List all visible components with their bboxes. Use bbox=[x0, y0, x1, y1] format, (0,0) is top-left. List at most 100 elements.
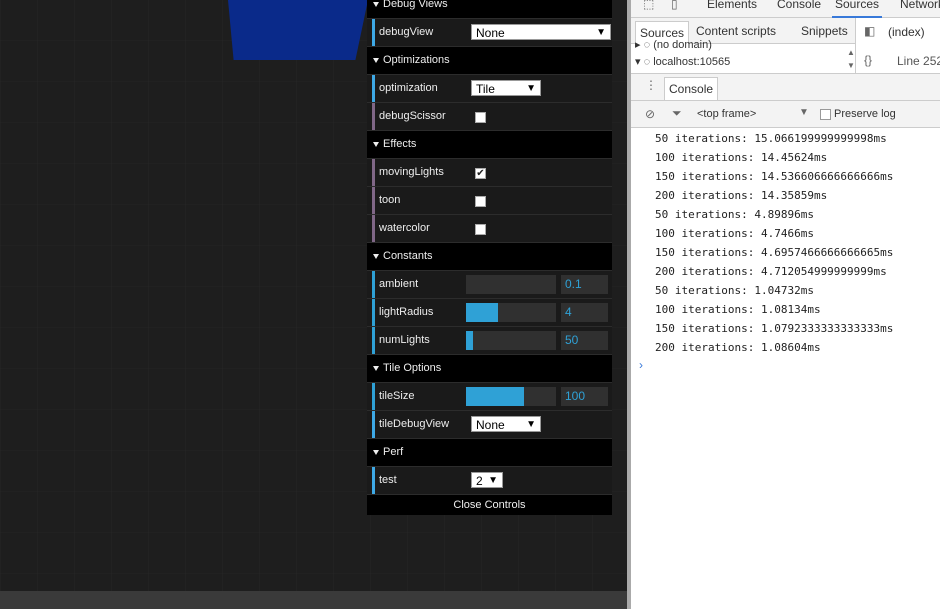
devtools-tabbar: ⬚ ▯ Elements Console Sources Network bbox=[631, 0, 940, 18]
control-row-tileDebugView: tileDebugView None ▼ bbox=[367, 411, 612, 439]
ambient-slider[interactable] bbox=[466, 275, 556, 294]
tab-network[interactable]: Network bbox=[900, 0, 940, 11]
control-label: tileSize bbox=[379, 390, 415, 402]
row-accent bbox=[372, 383, 375, 410]
open-file-label[interactable]: (index) bbox=[888, 25, 925, 39]
console-message: 150 iterations: 14.536606666666666ms bbox=[655, 170, 894, 183]
tab-elements[interactable]: Elements bbox=[707, 0, 757, 11]
control-label: tileDebugView bbox=[379, 418, 450, 430]
close-controls-button[interactable]: Close Controls bbox=[367, 495, 612, 515]
globe-icon: ◌ bbox=[643, 39, 651, 51]
debugScissor-checkbox[interactable] bbox=[475, 112, 486, 123]
scroll-up-icon[interactable]: ▲ bbox=[847, 48, 855, 57]
preserve-log-checkbox[interactable] bbox=[820, 109, 831, 120]
slider-fill bbox=[466, 303, 499, 322]
more-options-icon[interactable]: ⋮ bbox=[645, 78, 657, 92]
console-toolbar: ⊘ ⏷ <top frame> ▼ Preserve log bbox=[631, 101, 940, 128]
movingLights-checkbox[interactable]: ✔ bbox=[475, 168, 486, 179]
frame-selector[interactable]: <top frame> bbox=[697, 108, 756, 120]
control-row-movingLights: movingLights ✔ bbox=[367, 159, 612, 187]
slider-fill bbox=[466, 331, 474, 350]
optimization-select[interactable]: Tile ▼ bbox=[471, 80, 541, 96]
folder-title[interactable]: Debug Views bbox=[367, 0, 612, 19]
chevron-down-icon: ▼ bbox=[526, 419, 536, 430]
select-value: None bbox=[476, 26, 505, 40]
tileSize-number-input[interactable]: 100 bbox=[561, 387, 608, 406]
console-message: 150 iterations: 1.0792333333333333ms bbox=[655, 322, 894, 335]
tab-sources[interactable]: Sources bbox=[832, 0, 883, 18]
tree-item-localhost[interactable]: ▾ ◌ localhost:10565 bbox=[635, 55, 845, 68]
scroll-down-icon[interactable]: ▼ bbox=[847, 61, 855, 70]
row-accent bbox=[372, 19, 375, 46]
console-message: 100 iterations: 4.7466ms bbox=[655, 227, 814, 240]
sources-panel: Sources Content scripts Snippets ▸ ◌ (no… bbox=[631, 18, 940, 74]
control-label: debugScissor bbox=[379, 110, 446, 122]
lightRadius-slider[interactable] bbox=[466, 303, 556, 322]
control-label: debugView bbox=[379, 26, 434, 38]
chevron-down-icon: ▼ bbox=[488, 475, 498, 486]
select-value: 2 bbox=[476, 474, 483, 488]
toon-checkbox[interactable] bbox=[475, 196, 486, 207]
row-accent bbox=[372, 299, 375, 326]
row-accent bbox=[372, 271, 375, 298]
control-label: optimization bbox=[379, 82, 438, 94]
controls-panel[interactable]: Debug Views debugView None ▼ Optimizations op… bbox=[367, 0, 612, 515]
control-label: toon bbox=[379, 194, 401, 206]
numLights-number-input[interactable]: 50 bbox=[561, 331, 608, 350]
control-label: ambient bbox=[379, 278, 419, 290]
drawer-tabbar: ⋮ Console bbox=[631, 74, 940, 101]
clear-console-icon[interactable]: ⊘ bbox=[645, 107, 655, 121]
debugView-select[interactable]: None ▼ bbox=[471, 24, 611, 40]
console-message: 100 iterations: 14.45624ms bbox=[655, 151, 828, 164]
editor-header: ◧ (index) {} Line 252 bbox=[855, 18, 940, 73]
control-row-ambient: ambient 0.1 bbox=[367, 271, 612, 299]
control-label: movingLights bbox=[379, 166, 444, 178]
devtools-panel: ⬚ ▯ Elements Console Sources Network Sou… bbox=[627, 0, 940, 609]
test-select[interactable]: 2 ▼ bbox=[471, 472, 503, 488]
numLights-slider[interactable] bbox=[466, 331, 556, 350]
tileDebugView-select[interactable]: None ▼ bbox=[471, 416, 541, 432]
console-message: 200 iterations: 1.08604ms bbox=[655, 341, 821, 354]
toggle-navigator-icon[interactable]: ◧ bbox=[864, 24, 875, 38]
control-label: lightRadius bbox=[379, 306, 434, 318]
tileSize-slider[interactable] bbox=[466, 387, 556, 406]
control-row-watercolor: watercolor bbox=[367, 215, 612, 243]
chevron-down-icon[interactable]: ▼ bbox=[799, 107, 809, 118]
pretty-print-icon[interactable]: {} bbox=[864, 53, 872, 67]
drawer-tab-console[interactable]: Console bbox=[664, 77, 719, 100]
subtab-snippets[interactable]: Snippets bbox=[801, 24, 848, 38]
tree-item-no-domain[interactable]: ▸ ◌ (no domain) bbox=[635, 38, 845, 51]
ambient-number-input[interactable]: 0.1 bbox=[561, 275, 608, 294]
control-label: numLights bbox=[379, 334, 430, 346]
lightRadius-number-input[interactable]: 4 bbox=[561, 303, 608, 322]
control-label: watercolor bbox=[379, 222, 430, 234]
page-bottom-bar bbox=[0, 591, 627, 609]
console-message: 200 iterations: 4.712054999999999ms bbox=[655, 265, 887, 278]
globe-icon: ◌ bbox=[643, 56, 651, 68]
control-row-debugView: debugView None ▼ bbox=[367, 19, 612, 47]
tab-console[interactable]: Console bbox=[777, 0, 821, 11]
select-value: None bbox=[476, 418, 505, 432]
control-row-tileSize: tileSize 100 bbox=[367, 383, 612, 411]
row-accent bbox=[372, 187, 375, 214]
folder-title[interactable]: Tile Options bbox=[367, 355, 612, 383]
control-label: test bbox=[379, 474, 397, 486]
folder-title[interactable]: Effects bbox=[367, 131, 612, 159]
slider-fill bbox=[466, 387, 524, 406]
watercolor-checkbox[interactable] bbox=[475, 224, 486, 235]
console-prompt-icon[interactable]: › bbox=[639, 358, 643, 372]
row-accent bbox=[372, 103, 375, 130]
console-log: 50 iterations: 15.066199999999998ms 100 i… bbox=[631, 129, 940, 357]
folder-title[interactable]: Optimizations bbox=[367, 47, 612, 75]
console-message: 50 iterations: 15.066199999999998ms bbox=[655, 132, 887, 145]
filter-icon[interactable]: ⏷ bbox=[672, 106, 682, 121]
folder-title[interactable]: Constants bbox=[367, 243, 612, 271]
subtab-content-scripts[interactable]: Content scripts bbox=[696, 24, 776, 38]
console-message: 50 iterations: 1.04732ms bbox=[655, 284, 814, 297]
device-mode-icon[interactable]: ▯ bbox=[671, 0, 678, 11]
folder-title[interactable]: Perf bbox=[367, 439, 612, 467]
control-row-toon: toon bbox=[367, 187, 612, 215]
inspect-icon[interactable]: ⬚ bbox=[643, 0, 654, 11]
row-accent bbox=[372, 411, 375, 438]
control-row-numLights: numLights 50 bbox=[367, 327, 612, 355]
